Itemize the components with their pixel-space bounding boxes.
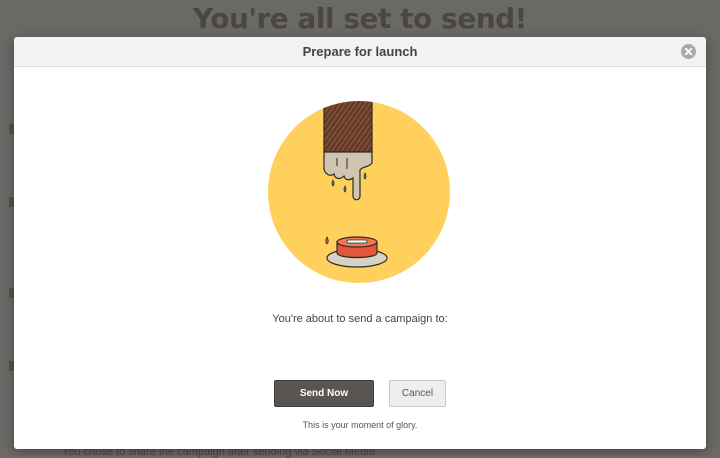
sleeve bbox=[324, 101, 372, 152]
background-heading: You're all set to send! bbox=[193, 2, 527, 35]
close-button[interactable] bbox=[681, 44, 696, 59]
cancel-button[interactable]: Cancel bbox=[389, 380, 446, 407]
send-message: You're about to send a campaign to: bbox=[272, 313, 448, 325]
close-icon bbox=[684, 47, 693, 56]
send-modal: Prepare for launch You're about to send … bbox=[14, 37, 706, 449]
send-now-button[interactable]: Send Now bbox=[274, 380, 374, 407]
modal-header: Prepare for launch bbox=[14, 37, 706, 67]
modal-title: Prepare for launch bbox=[302, 44, 418, 59]
tagline: This is your moment of glory. bbox=[302, 420, 418, 430]
launch-illustration bbox=[268, 101, 450, 283]
